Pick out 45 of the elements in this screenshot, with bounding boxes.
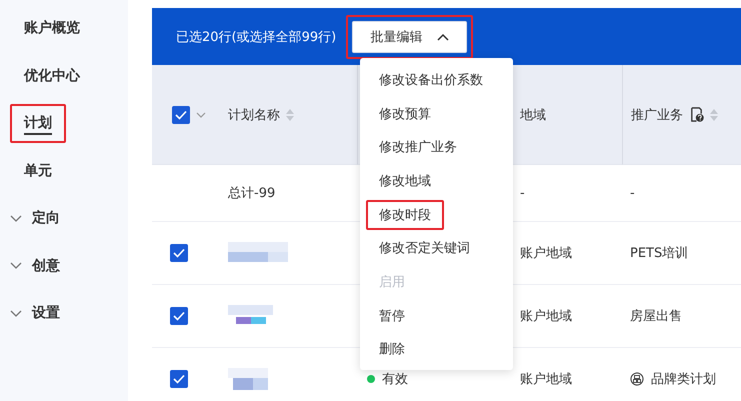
sidebar-item[interactable]: 单元 [10,152,66,191]
sort-icon [710,108,718,120]
sidebar-item[interactable]: 账户概览 [10,9,94,48]
column-header: 地域 [520,106,546,124]
chevron-down-icon [10,262,22,270]
menu-item[interactable]: 修改时段 [366,200,444,230]
sort-icon [286,108,294,120]
select-all-checkbox[interactable] [172,106,190,124]
table-cell-text: 账户地域 [520,245,572,262]
table-cell-text: 账户地域 [520,308,572,325]
row-checkbox[interactable] [170,370,188,388]
table-cell: - [630,186,635,200]
menu-item[interactable]: 修改推广业务 [366,132,470,162]
menu-item[interactable]: 暂停 [366,300,418,331]
chevron-down-icon [196,112,206,118]
sidebar-item[interactable]: 优化中心 [10,56,94,96]
table-cell-text: 房屋出售 [630,308,682,325]
sidebar-item[interactable]: 定向 [18,199,74,238]
selection-text: 已选20行(或选择全部99行) [176,28,336,46]
menu-item[interactable]: 删除 [366,334,418,364]
check-icon [173,311,185,321]
menu-item[interactable]: 修改设备出价系数 [366,64,496,95]
menu-item[interactable]: 修改否定关键词 [366,233,483,264]
row-checkbox[interactable] [170,244,188,262]
table-cell-text: PETS培训 [630,245,688,262]
row-checkbox[interactable] [170,307,188,325]
column-header: 计划名称 [228,106,280,124]
batch-edit-button[interactable]: 批量编辑 [352,20,468,52]
help-icon [689,107,704,122]
table-cell-text: 品牌类计划 [651,371,716,388]
table-cell-text: 总计-99 [228,185,276,202]
check-icon [173,374,185,384]
chevron-down-icon [10,310,22,318]
check-icon [173,248,185,258]
sidebar-item[interactable]: 计划 [10,104,66,144]
check-icon [175,110,187,120]
sidebar-item[interactable]: 创意 [18,246,74,286]
table-cell: - [520,186,525,200]
table-cell-text: 账户地域 [520,371,572,388]
sidebar-item[interactable]: 设置 [18,294,74,334]
chevron-down-icon [10,214,22,223]
column-header: 推广业务 [631,106,683,124]
menu-item[interactable]: 修改预算 [366,98,444,129]
menu-item[interactable]: 修改地域 [366,166,444,196]
table-cell-text: 有效 [382,371,408,388]
